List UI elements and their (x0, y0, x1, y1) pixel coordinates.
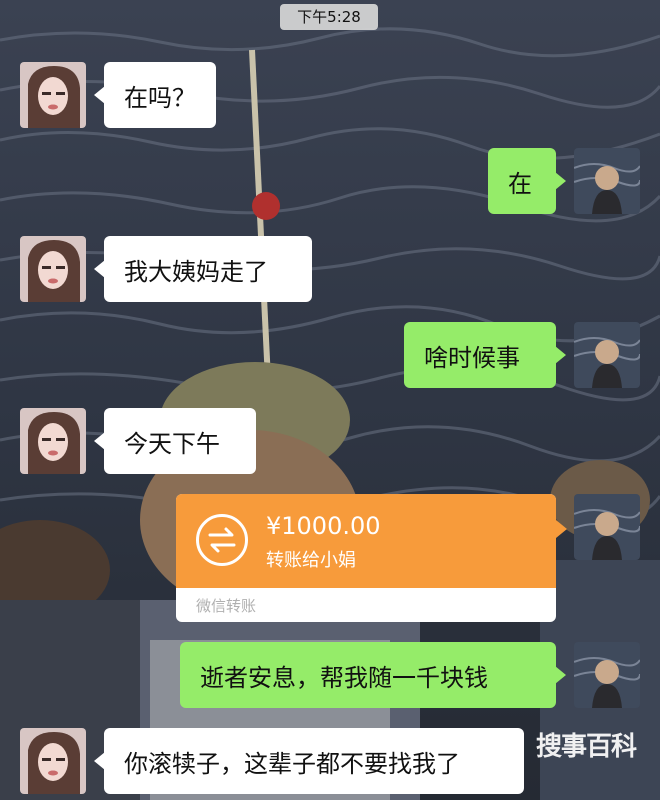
transfer-description: 转账给小娟 (266, 550, 356, 571)
incoming-message-bubble[interactable]: 我大姨妈走了 (94, 236, 312, 302)
outgoing-message-bubble[interactable]: 逝者安息，帮我随一千块钱 (180, 642, 566, 708)
transfer-footer-label: 微信转账 (196, 597, 257, 615)
incoming-message-bubble[interactable]: 在吗？ (94, 62, 216, 128)
my-avatar[interactable] (574, 642, 640, 708)
outgoing-message-bubble[interactable]: 在 (488, 148, 566, 214)
contact-avatar[interactable] (20, 236, 86, 302)
my-avatar[interactable] (574, 494, 640, 560)
incoming-message-bubble[interactable]: 你滚犊子，这辈子都不要找我了 (94, 728, 524, 794)
transfer-arrows-icon (196, 514, 248, 566)
incoming-message-bubble[interactable]: 今天下午 (94, 408, 256, 474)
my-avatar[interactable] (574, 148, 640, 214)
contact-avatar[interactable] (20, 728, 86, 794)
money-transfer-card[interactable]: ¥1000.00 转账给小娟 微信转账 (176, 494, 556, 622)
watermark-logo: 搜事百科 (536, 732, 637, 762)
contact-avatar[interactable] (20, 62, 86, 128)
transfer-card-header: ¥1000.00 转账给小娟 (176, 494, 556, 588)
message-timestamp: 下午5:28 (280, 4, 378, 30)
transfer-amount: ¥1000.00 (266, 512, 381, 540)
transfer-card-tail (556, 520, 567, 538)
my-avatar[interactable] (574, 322, 640, 388)
outgoing-message-bubble[interactable]: 啥时候事 (404, 322, 566, 388)
contact-avatar[interactable] (20, 408, 86, 474)
